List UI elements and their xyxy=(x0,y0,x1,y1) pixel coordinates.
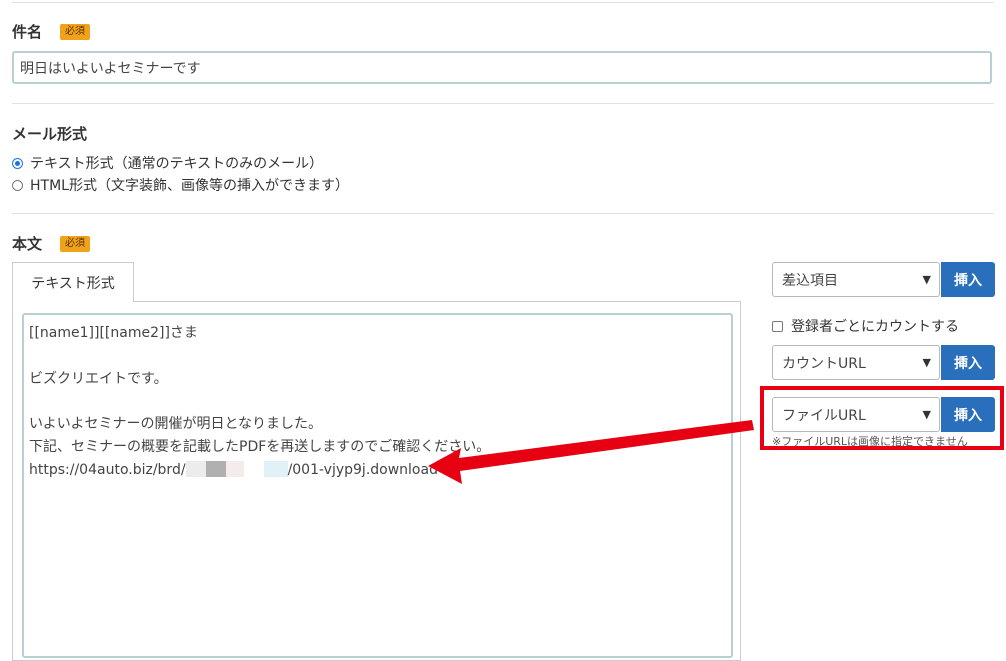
arrow-shape xyxy=(428,420,754,484)
arrow-annotation-icon xyxy=(428,420,754,484)
